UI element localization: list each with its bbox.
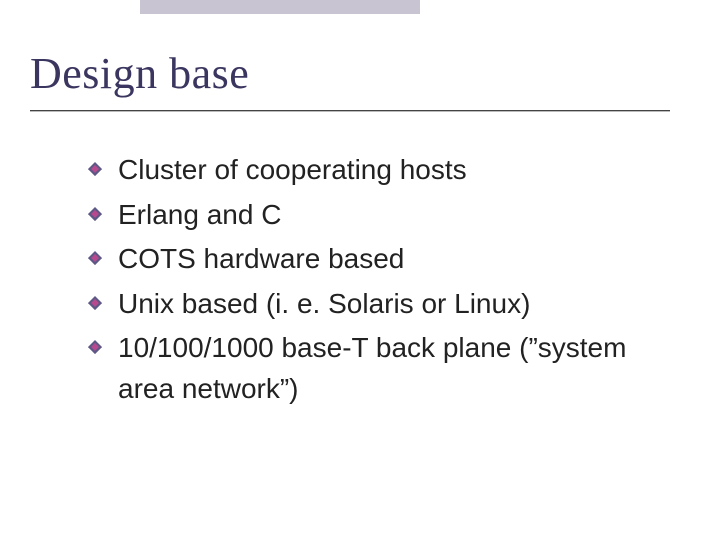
slide: Design base Cluster of cooperating hosts… — [0, 0, 720, 540]
diamond-bullet-icon — [88, 207, 102, 221]
list-item-text: Erlang and C — [118, 199, 281, 230]
slide-title: Design base — [30, 48, 249, 99]
diamond-bullet-icon — [88, 340, 102, 354]
diamond-bullet-icon — [88, 251, 102, 265]
list-item: Unix based (i. e. Solaris or Linux) — [88, 284, 660, 325]
list-item-text: 10/100/1000 base-T back plane (”system a… — [118, 332, 626, 404]
list-item: Cluster of cooperating hosts — [88, 150, 660, 191]
accent-bar — [140, 0, 420, 14]
list-item-text: Unix based (i. e. Solaris or Linux) — [118, 288, 530, 319]
list-item: COTS hardware based — [88, 239, 660, 280]
diamond-bullet-icon — [88, 296, 102, 310]
bullet-list: Cluster of cooperating hosts Erlang and … — [88, 150, 660, 414]
list-item: Erlang and C — [88, 195, 660, 236]
list-item: 10/100/1000 base-T back plane (”system a… — [88, 328, 660, 409]
list-item-text: COTS hardware based — [118, 243, 404, 274]
title-underline — [30, 110, 670, 112]
diamond-bullet-icon — [88, 162, 102, 176]
list-item-text: Cluster of cooperating hosts — [118, 154, 467, 185]
